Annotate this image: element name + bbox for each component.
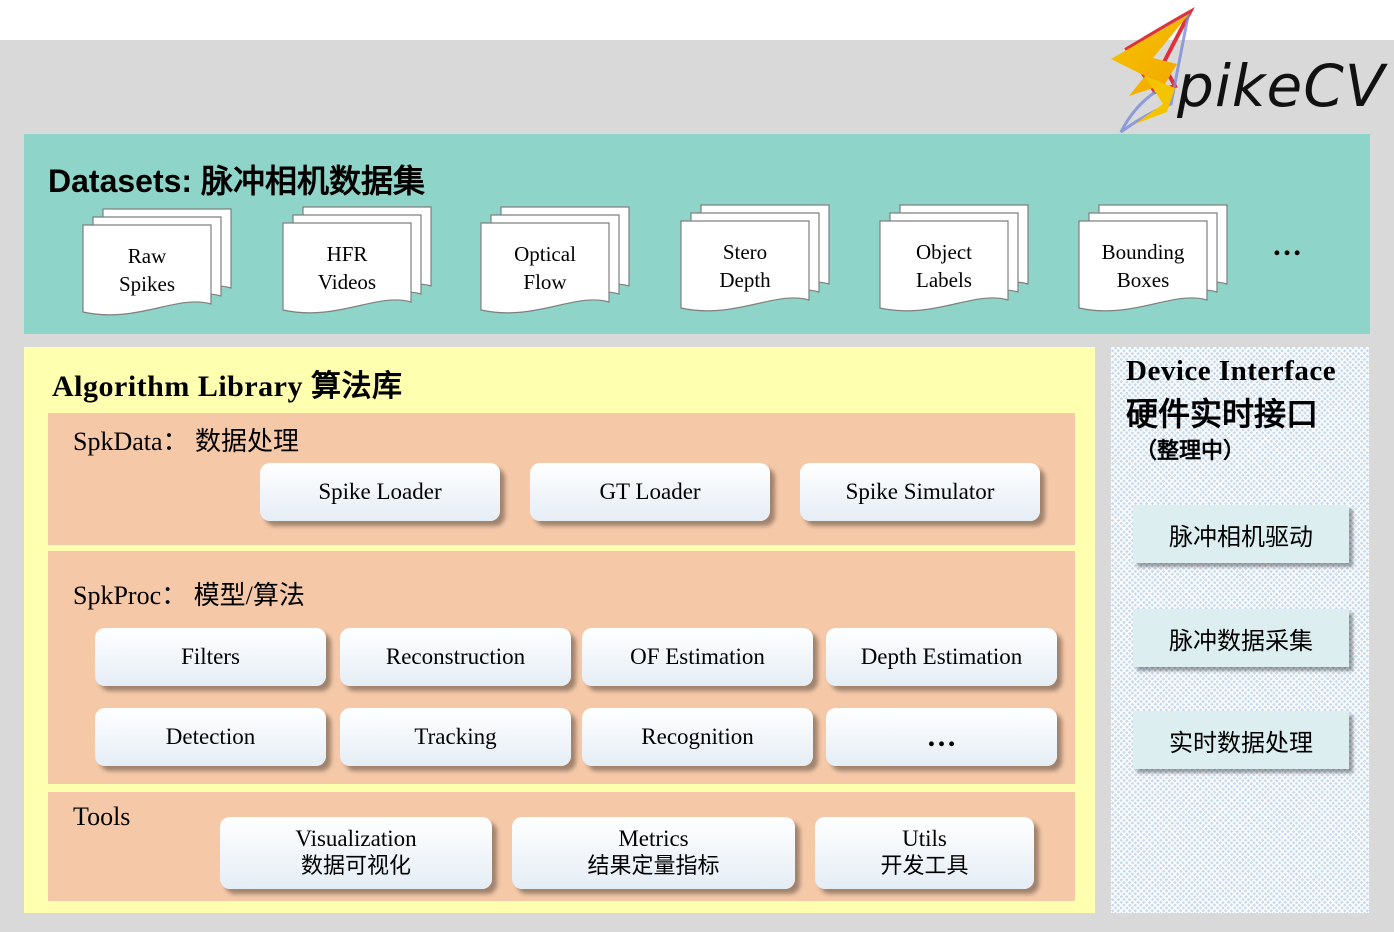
dataset-item-label: HFR Videos xyxy=(282,240,412,296)
dataset-item-line1: Bounding xyxy=(1101,240,1185,264)
dataset-item[interactable]: HFR Videos xyxy=(282,206,437,318)
spike-simulator-button[interactable]: Spike Simulator xyxy=(800,463,1040,521)
dataset-item-line2: Spikes xyxy=(118,272,175,296)
dataset-item-label: Raw Spikes xyxy=(82,242,212,298)
spkproc-panel: SpkProc： 模型/算法 Filters Reconstruction OF… xyxy=(48,551,1075,784)
spkproc-title: SpkProc： 模型/算法 xyxy=(73,581,305,610)
of-estimation-button[interactable]: OF Estimation xyxy=(582,628,813,686)
camera-driver-button[interactable]: 脉冲相机驱动 xyxy=(1133,505,1349,563)
dataset-item-label: Stero Depth xyxy=(680,238,810,294)
device-interface-title: Device Interface xyxy=(1126,355,1337,387)
dataset-item-line2: Flow xyxy=(523,270,567,294)
gt-loader-button[interactable]: GT Loader xyxy=(530,463,770,521)
visualization-label: Visualization xyxy=(295,826,417,851)
dataset-item-line1: Raw xyxy=(127,244,167,268)
tools-panel: Tools Visualization 数据可视化 Metrics 结果定量指标… xyxy=(48,792,1075,901)
visualization-button[interactable]: Visualization 数据可视化 xyxy=(220,817,492,889)
dataset-item[interactable]: Object Labels xyxy=(879,204,1034,316)
depth-estimation-button[interactable]: Depth Estimation xyxy=(826,628,1057,686)
realtime-processing-button[interactable]: 实时数据处理 xyxy=(1133,711,1349,769)
dataset-item-line2: Depth xyxy=(719,268,771,292)
algorithm-library-title: Algorithm Library 算法库 xyxy=(52,370,403,403)
visualization-label-zh: 数据可视化 xyxy=(300,854,411,879)
dataset-item-line2: Labels xyxy=(916,268,972,292)
tracking-button[interactable]: Tracking xyxy=(340,708,571,766)
spkdata-panel: SpkData： 数据处理 Spike Loader GT Loader Spi… xyxy=(48,413,1075,545)
spike-loader-button[interactable]: Spike Loader xyxy=(260,463,500,521)
logo-text: pikeCV xyxy=(1177,52,1386,120)
dataset-item[interactable]: Raw Spikes xyxy=(82,208,237,320)
tools-title: Tools xyxy=(73,802,131,831)
detection-button[interactable]: Detection xyxy=(95,708,326,766)
data-capture-button[interactable]: 脉冲数据采集 xyxy=(1133,609,1349,667)
filters-button[interactable]: Filters xyxy=(95,628,326,686)
utils-label-zh: 开发工具 xyxy=(880,854,969,879)
dataset-item-line1: Object xyxy=(916,240,972,264)
dataset-item[interactable]: Stero Depth xyxy=(680,204,835,316)
datasets-title: Datasets: 脉冲相机数据集 xyxy=(48,163,425,199)
dataset-item-line2: Boxes xyxy=(1116,268,1170,292)
device-interface-note: （整理中） xyxy=(1135,438,1246,463)
dataset-item-line1: Stero xyxy=(722,240,768,264)
metrics-label-zh: 结果定量指标 xyxy=(587,854,720,879)
dataset-item-line1: HFR xyxy=(326,242,368,266)
recognition-button[interactable]: Recognition xyxy=(582,708,813,766)
utils-label: Utils xyxy=(902,826,947,851)
dataset-item-label: Optical Flow xyxy=(480,240,610,296)
datasets-panel: Datasets: 脉冲相机数据集 Raw Spikes HFR Videos Opti… xyxy=(24,134,1370,334)
dataset-item-label: Bounding Boxes xyxy=(1078,238,1208,294)
utils-button[interactable]: Utils 开发工具 xyxy=(815,817,1034,889)
metrics-label: Metrics xyxy=(618,826,689,851)
more-algorithms-button[interactable]: … xyxy=(826,708,1057,766)
device-interface-panel: Device Interface 硬件实时接口 （整理中） 脉冲相机驱动 脉冲数… xyxy=(1111,347,1369,913)
datasets-more: … xyxy=(1272,229,1304,262)
dataset-item-line1: Optical xyxy=(514,242,576,266)
reconstruction-button[interactable]: Reconstruction xyxy=(340,628,571,686)
spkdata-title: SpkData： 数据处理 xyxy=(73,427,300,456)
dataset-item-line2: Videos xyxy=(317,270,377,294)
algorithm-library-panel: Algorithm Library 算法库 SpkData： 数据处理 Spik… xyxy=(24,347,1095,913)
device-interface-subtitle: 硬件实时接口 xyxy=(1126,396,1319,432)
dataset-item[interactable]: Optical Flow xyxy=(480,206,635,318)
metrics-button[interactable]: Metrics 结果定量指标 xyxy=(512,817,795,889)
dataset-item-label: Object Labels xyxy=(879,238,1009,294)
dataset-item[interactable]: Bounding Boxes xyxy=(1078,204,1233,316)
